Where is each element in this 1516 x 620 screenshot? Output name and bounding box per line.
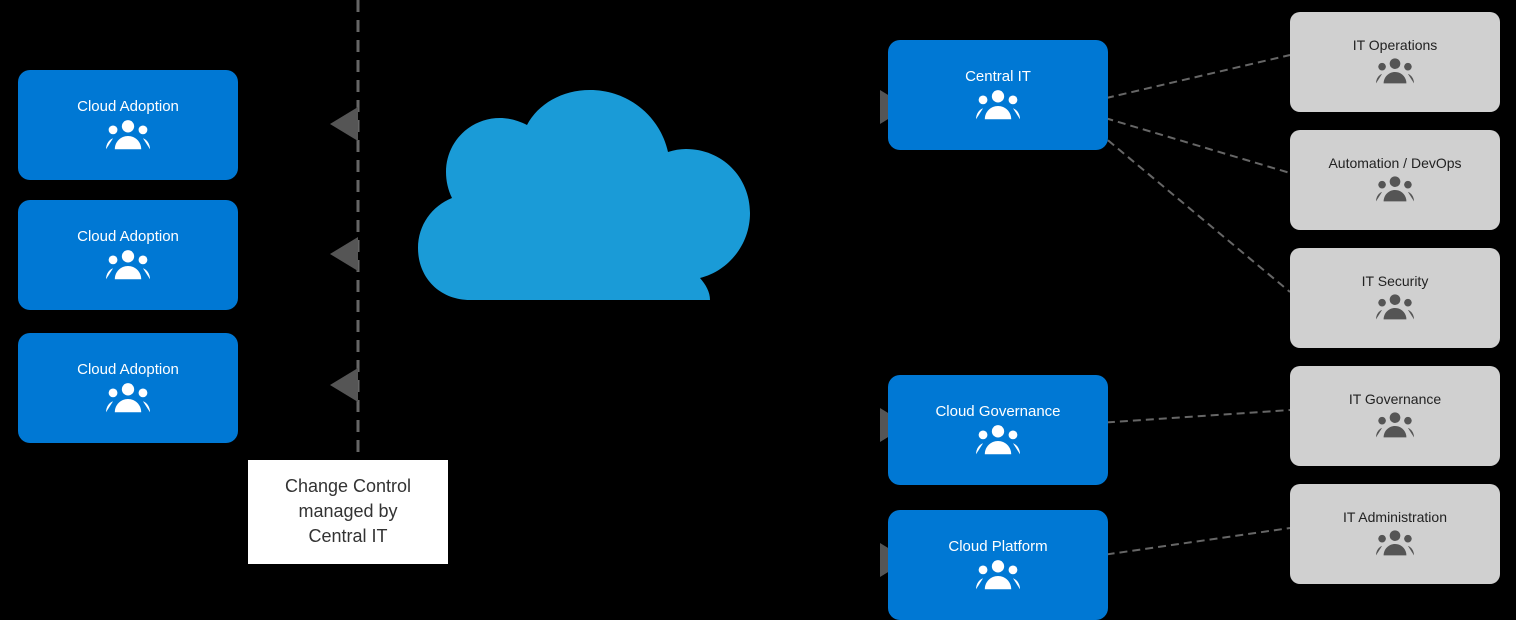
cloud-governance-icon <box>976 424 1020 458</box>
it-operations-label: IT Operations <box>1353 37 1438 53</box>
it-administration-label: IT Administration <box>1343 509 1447 525</box>
it-governance-icon <box>1376 411 1414 441</box>
automation-devops-label: Automation / DevOps <box>1328 155 1461 171</box>
cloud-governance-box: Cloud Governance <box>888 375 1108 485</box>
people-icon-2 <box>106 249 150 283</box>
cloud-adoption-box-2: Cloud Adoption <box>18 200 238 310</box>
cloud-adoption-3-label: Cloud Adoption <box>77 361 179 378</box>
it-operations-icon <box>1376 57 1414 87</box>
it-security-box: IT Security <box>1290 248 1500 348</box>
cloud-platform-label: Cloud Platform <box>948 538 1047 555</box>
change-control-line3: Central IT <box>308 526 387 546</box>
cloud-platform-icon <box>976 559 1020 593</box>
cloud-governance-label: Cloud Governance <box>935 403 1060 420</box>
central-it-box: Central IT <box>888 40 1108 150</box>
change-control-box: Change Control managed by Central IT <box>248 460 448 564</box>
people-icon-1 <box>106 119 150 153</box>
central-it-label: Central IT <box>965 68 1031 85</box>
cloud-adoption-2-label: Cloud Adoption <box>77 228 179 245</box>
it-administration-box: IT Administration <box>1290 484 1500 584</box>
automation-devops-icon <box>1376 175 1414 205</box>
change-control-line2: managed by <box>298 501 397 521</box>
it-operations-box: IT Operations <box>1290 12 1500 112</box>
it-governance-label: IT Governance <box>1349 391 1441 407</box>
cloud-adoption-box-1: Cloud Adoption <box>18 70 238 180</box>
cloud-shape <box>390 80 770 365</box>
it-security-label: IT Security <box>1362 273 1429 289</box>
it-governance-box: IT Governance <box>1290 366 1500 466</box>
central-it-icon <box>976 89 1020 123</box>
cloud-adoption-box-3: Cloud Adoption <box>18 333 238 443</box>
automation-devops-box: Automation / DevOps <box>1290 130 1500 230</box>
diagram-container: Cloud Adoption Cloud Adoption Cloud Adop… <box>0 0 1516 618</box>
cloud-svg <box>390 80 770 360</box>
cloud-platform-box: Cloud Platform <box>888 510 1108 620</box>
cloud-adoption-1-label: Cloud Adoption <box>77 98 179 115</box>
it-administration-icon <box>1376 529 1414 559</box>
it-security-icon <box>1376 293 1414 323</box>
change-control-line1: Change Control <box>285 476 411 496</box>
people-icon-3 <box>106 382 150 416</box>
